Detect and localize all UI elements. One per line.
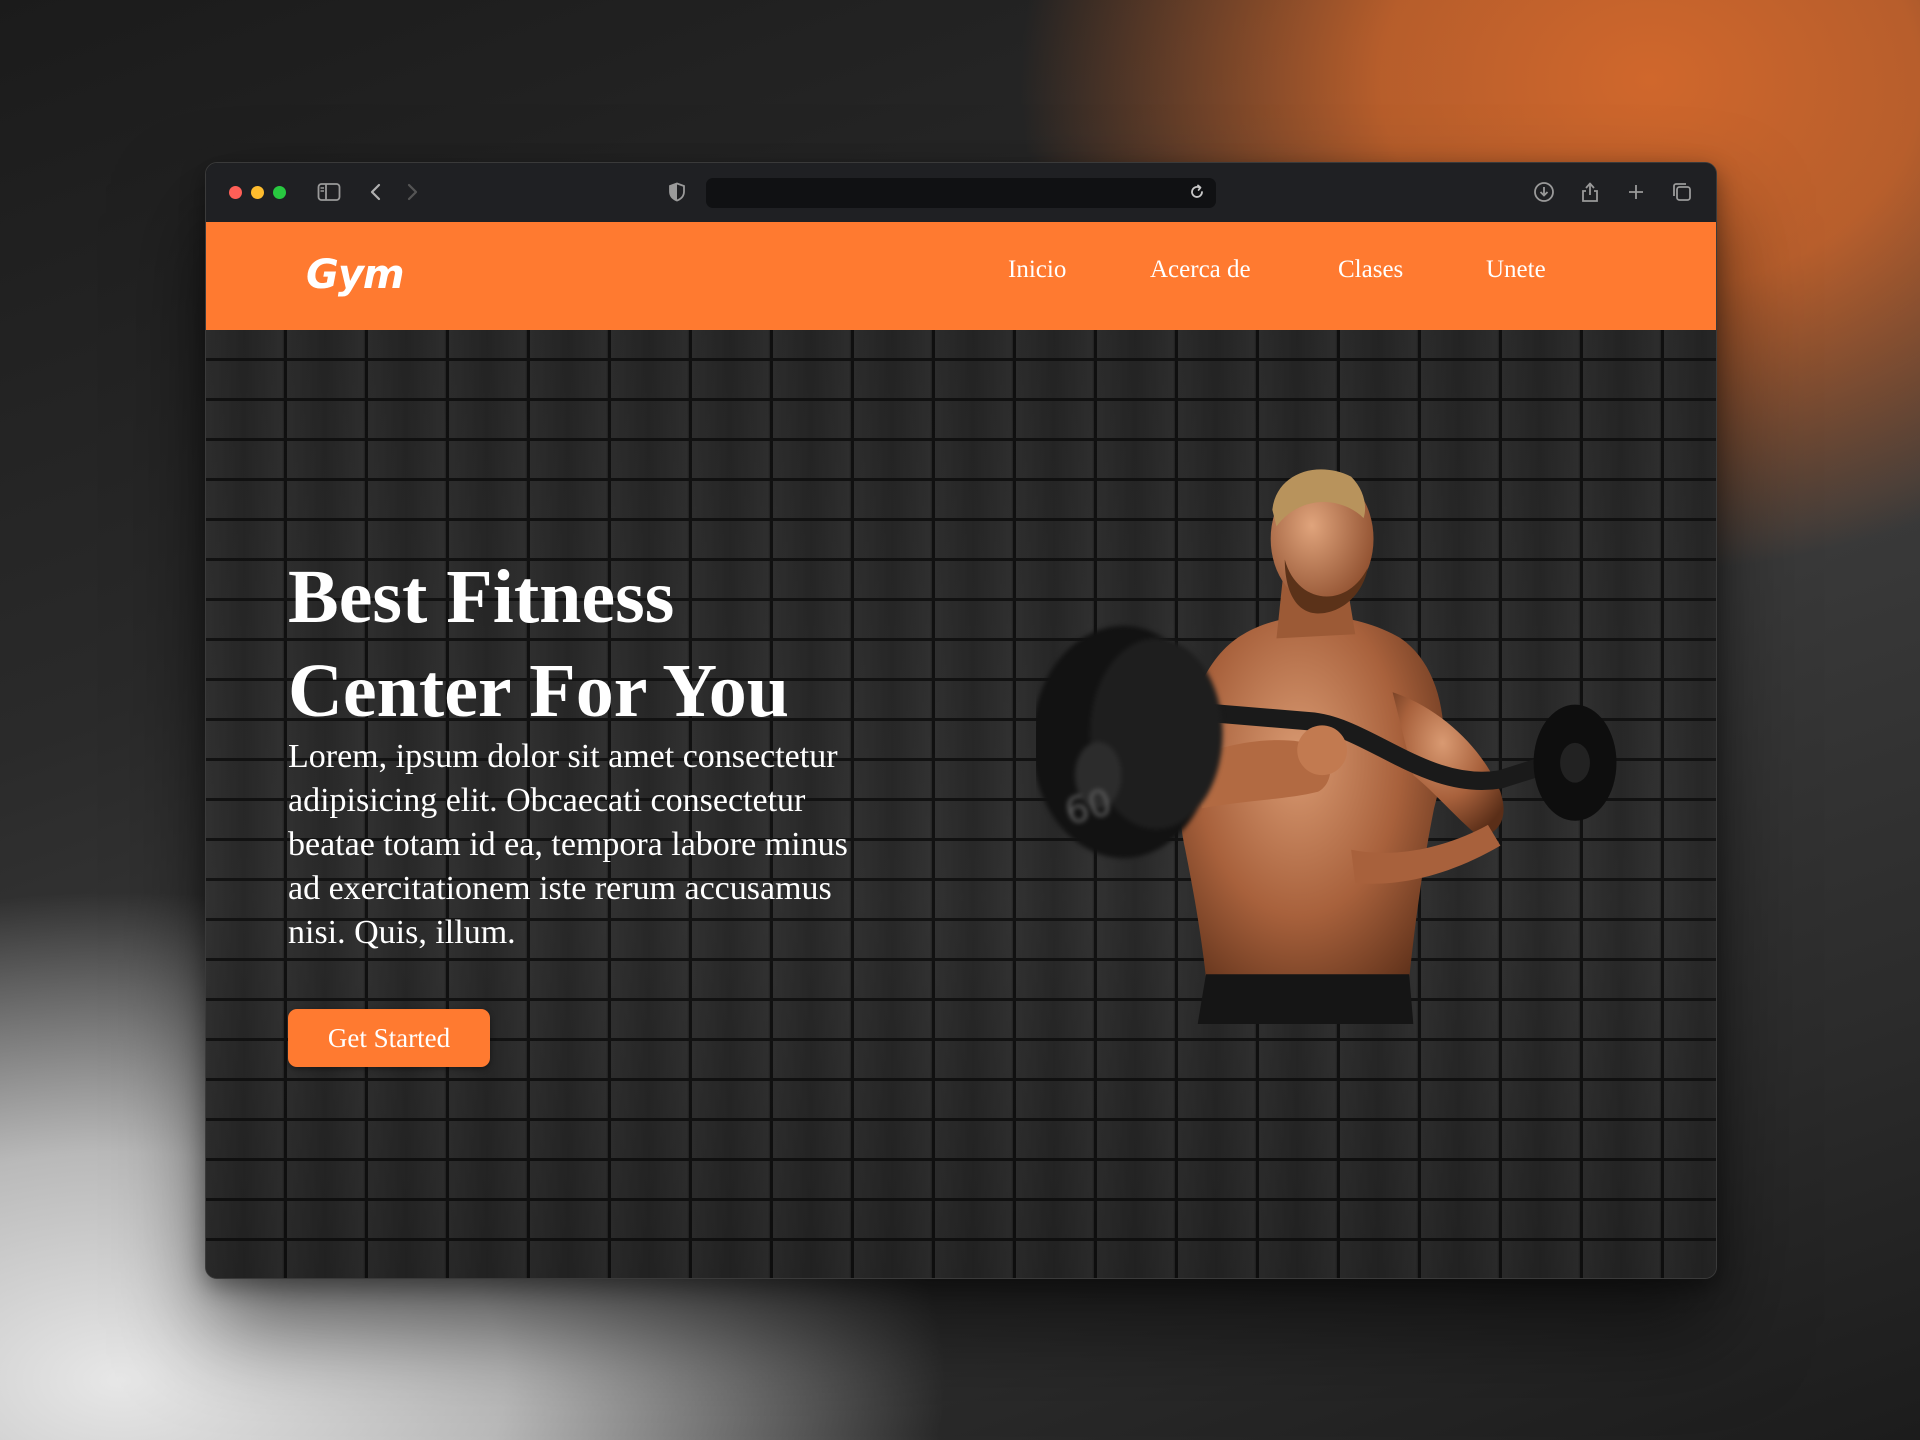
- sidebar-toggle-icon[interactable]: [316, 179, 342, 205]
- hero-section: 60 Best Fitness Center For You Lorem, ip…: [206, 330, 1716, 1278]
- forward-arrow-icon[interactable]: [399, 179, 425, 205]
- privacy-shield-icon[interactable]: [664, 179, 690, 205]
- hero-title: Best Fitness Center For You: [288, 550, 908, 738]
- nav-link-unete[interactable]: Unete: [1486, 256, 1546, 284]
- minimize-window-button[interactable]: [251, 186, 264, 199]
- close-window-button[interactable]: [229, 186, 242, 199]
- site-logo[interactable]: Gym: [306, 252, 405, 298]
- athlete-photo: 60: [1036, 469, 1617, 1024]
- nav-link-acerca-de[interactable]: Acerca de: [1150, 256, 1251, 284]
- hero-description: Lorem, ipsum dolor sit amet consectetur …: [288, 738, 848, 951]
- hero-title-line-1: Best Fitness: [288, 555, 675, 639]
- hero-title-line-2: Center For You: [288, 649, 789, 733]
- browser-titlebar: [206, 163, 1716, 223]
- nav-link-inicio[interactable]: Inicio: [1008, 256, 1066, 284]
- tab-overview-icon[interactable]: [1669, 179, 1695, 205]
- address-bar[interactable]: [706, 178, 1216, 208]
- browser-window: Gym Inicio Acerca de Clases Unete 60 Bes…: [205, 162, 1717, 1279]
- back-arrow-icon[interactable]: [363, 179, 389, 205]
- reload-icon[interactable]: [1188, 183, 1208, 203]
- get-started-button[interactable]: Get Started: [288, 1009, 490, 1067]
- nav-link-clases[interactable]: Clases: [1338, 256, 1403, 284]
- zoom-window-button[interactable]: [273, 186, 286, 199]
- site-navbar: Gym Inicio Acerca de Clases Unete: [206, 222, 1716, 330]
- download-icon[interactable]: [1531, 179, 1557, 205]
- share-icon[interactable]: [1577, 179, 1603, 205]
- new-tab-plus-icon[interactable]: [1623, 179, 1649, 205]
